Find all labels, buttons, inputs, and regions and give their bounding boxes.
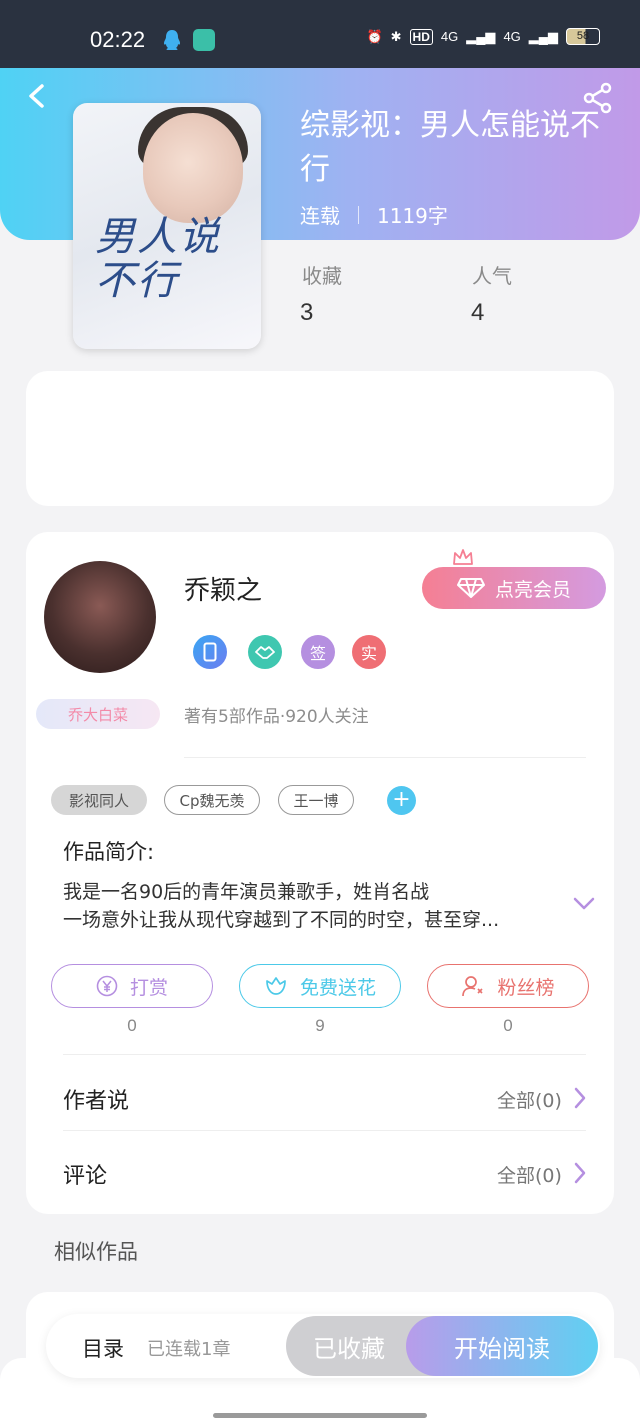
user-icon — [462, 976, 484, 997]
signal-4g-icon-2: 4G — [503, 29, 521, 44]
author-says-all-link[interactable]: 全部(0) — [497, 1086, 562, 1113]
reward-count: 0 — [127, 1016, 137, 1035]
favorites-label: 收藏 — [302, 264, 342, 288]
bluetooth-icon: ✱ — [390, 28, 402, 44]
tag-item[interactable]: 王一博 — [278, 785, 354, 815]
popularity-label: 人气 — [472, 264, 512, 288]
fan-nickname-tag: 乔大白菜 — [36, 699, 160, 729]
divider — [184, 757, 586, 758]
tag-item[interactable]: Cp魏无羡 — [164, 785, 260, 815]
collected-label: 已收藏 — [313, 1334, 385, 1363]
qq-icon — [164, 30, 180, 50]
flower-icon — [266, 977, 286, 995]
signal-icon-2: ▂▄▆ — [528, 28, 558, 44]
home-indicator[interactable] — [213, 1413, 427, 1418]
chevron-down-icon[interactable] — [572, 896, 596, 912]
intro-text[interactable]: 我是一名90后的青年演员兼歌手，姓肖名战 一场意外让我从现代穿越到了不同的时空，… — [63, 878, 543, 934]
vip-button[interactable]: 点亮会员 — [422, 567, 606, 609]
phone-verified-icon[interactable] — [193, 635, 227, 669]
start-reading-button[interactable]: 开始阅读 — [406, 1316, 598, 1376]
similar-works-title: 相似作品 — [54, 1240, 138, 1264]
intro-title: 作品简介: — [63, 840, 155, 864]
vip-button-label: 点亮会员 — [494, 578, 571, 601]
flower-count: 9 — [315, 1016, 325, 1035]
divider — [63, 1054, 586, 1055]
free-flower-label: 免费送花 — [299, 976, 376, 999]
signal-icon: ▂▄▆ — [466, 28, 496, 44]
signal-4g-icon: 4G — [440, 29, 459, 44]
reward-label: 打赏 — [129, 976, 168, 999]
back-arrow-icon[interactable] — [26, 84, 46, 108]
author-stats: 著有5部作品·920人关注 — [184, 707, 369, 727]
status-time: 02:22 — [90, 27, 146, 52]
handshake-icon[interactable] — [248, 635, 282, 669]
divider — [63, 1130, 586, 1131]
chevron-right-icon[interactable] — [574, 1162, 586, 1184]
favorites-value: 3 — [300, 299, 314, 326]
add-tag-button[interactable]: + — [387, 786, 416, 815]
intro-line: 我是一名90后的青年演员兼歌手，姓肖名战 — [63, 881, 430, 903]
comments-all-link[interactable]: 全部(0) — [497, 1161, 562, 1188]
yuan-icon — [96, 975, 118, 997]
fan-nickname-label: 乔大白菜 — [67, 705, 128, 724]
chevron-right-icon[interactable] — [574, 1087, 586, 1109]
book-word-count: 1119字 — [377, 204, 448, 228]
book-cover[interactable]: 男人说不行 — [73, 103, 261, 349]
table-of-contents-button[interactable]: 目录 — [82, 1333, 124, 1363]
fan-ranking-label: 粉丝榜 — [497, 976, 555, 999]
hd-icon: HD — [409, 28, 433, 45]
start-reading-label: 开始阅读 — [454, 1334, 550, 1363]
book-title: 综影视：男人怎能说不行 — [300, 108, 600, 187]
popularity-value: 4 — [471, 299, 485, 326]
fans-count: 0 — [503, 1016, 513, 1035]
meta-divider — [358, 205, 359, 224]
reward-button[interactable]: 打赏 — [51, 964, 213, 1008]
author-says-label[interactable]: 作者说 — [63, 1083, 129, 1115]
alarm-icon: ⏰ — [366, 28, 383, 44]
author-name[interactable]: 乔颖之 — [184, 570, 262, 607]
comments-label[interactable]: 评论 — [63, 1158, 107, 1190]
book-meta: 连载 1119字 — [300, 200, 448, 229]
diamond-icon — [456, 578, 485, 598]
free-flower-button[interactable]: 免费送花 — [239, 964, 401, 1008]
intro-line: 一场意外让我从现代穿越到了不同的时空，甚至穿... — [63, 909, 500, 931]
chapter-count: 已连载1章 — [147, 1339, 231, 1360]
message-app-icon — [193, 29, 215, 51]
tag-item[interactable]: 影视同人 — [51, 785, 147, 815]
cover-title-art: 男人说不行 — [95, 214, 221, 304]
fan-ranking-button[interactable]: 粉丝榜 — [427, 964, 589, 1008]
author-avatar[interactable] — [44, 561, 156, 673]
verified-badge[interactable]: 实 — [352, 635, 386, 669]
empty-card — [26, 371, 614, 506]
battery-icon: 58 — [566, 28, 600, 45]
crown-icon — [453, 549, 473, 565]
cover-figure-face — [143, 113, 243, 223]
signed-badge[interactable]: 签 — [301, 635, 335, 669]
book-status: 连载 — [300, 204, 340, 228]
status-bar: 02:22 ⏰ ✱ HD 4G ▂▄▆ 4G ▂▄▆ 58 — [0, 0, 640, 68]
status-indicators: ⏰ ✱ HD 4G ▂▄▆ 4G ▂▄▆ 58 — [366, 28, 600, 45]
